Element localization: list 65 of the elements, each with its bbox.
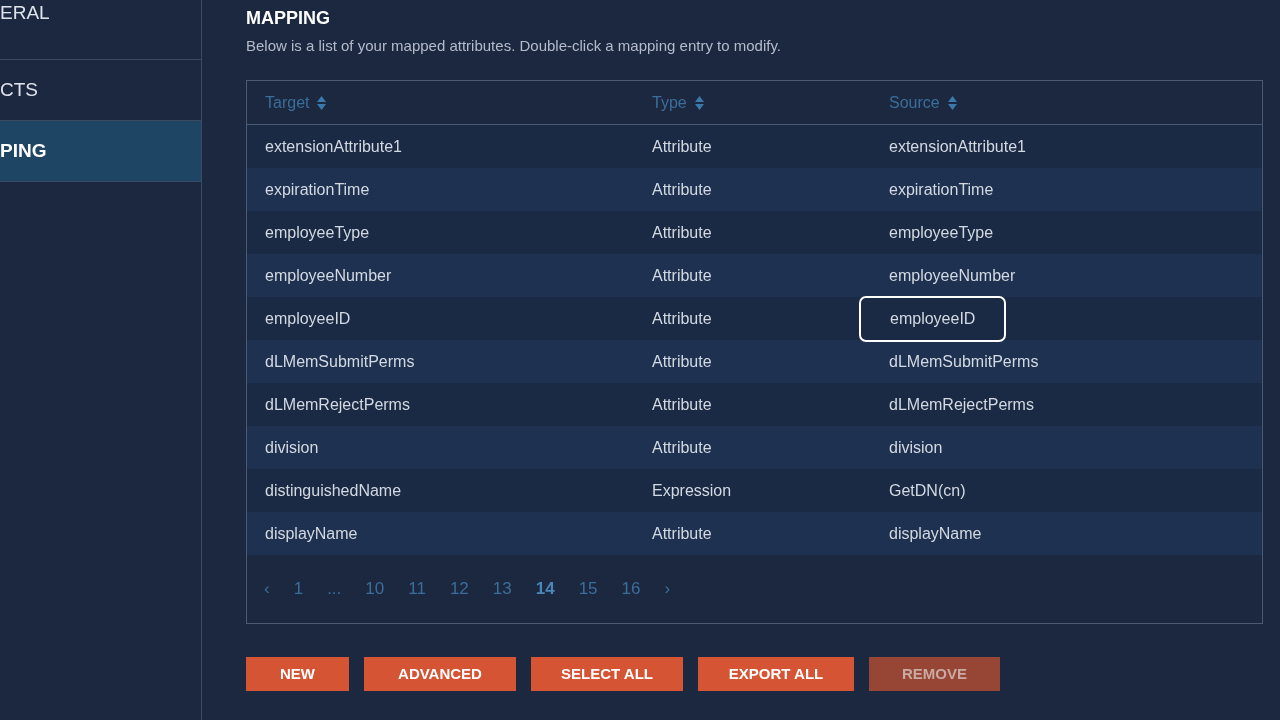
table-cell-text: employeeNumber <box>265 265 392 286</box>
table-cell-text: Attribute <box>652 265 712 286</box>
page-link[interactable]: 10 <box>365 576 385 602</box>
table-row[interactable]: employeeType Attribute employeeType <box>247 211 1262 255</box>
table-row[interactable]: displayName Attribute displayName <box>247 512 1262 556</box>
table-cell-text: dLMemRejectPerms <box>889 394 1034 415</box>
table-row[interactable]: dLMemRejectPerms Attribute dLMemRejectPerms <box>247 383 1262 427</box>
table-row[interactable]: extensionAttribute1 Attribute extensionAttribute1 <box>247 125 1262 169</box>
table-cell-text: Attribute <box>652 437 712 458</box>
page-link[interactable]: 11 <box>408 576 426 602</box>
table-cell-text: employeeNumber <box>889 265 1016 286</box>
column-header[interactable]: Source <box>889 90 957 115</box>
action-button[interactable]: SELECT ALL <box>531 657 683 691</box>
sort-icon <box>694 95 704 110</box>
table-cell-text: distinguishedName <box>265 480 402 501</box>
table-cell-text: division <box>889 437 943 458</box>
page-link[interactable]: 1 <box>293 576 304 602</box>
page-link[interactable]: ... <box>327 576 342 602</box>
table-cell-text: GetDN(cn) <box>889 480 966 501</box>
table-cell-text: extensionAttribute1 <box>265 136 402 157</box>
sort-icon <box>317 95 327 110</box>
table-cell-text: Attribute <box>652 136 712 157</box>
table-cell-text: Attribute <box>652 179 712 200</box>
table-cell-text: Attribute <box>652 308 712 329</box>
page-link[interactable]: 12 <box>449 576 469 602</box>
table-cell-text: extensionAttribute1 <box>889 136 1026 157</box>
table-cell: employeeID <box>859 295 1007 342</box>
table-cell-text: employeeType <box>889 222 994 243</box>
table-row[interactable]: expirationTime Attribute expirationTime <box>247 168 1262 212</box>
sidebar-item[interactable]: ERAL <box>0 0 201 60</box>
table-cell-text: employeeType <box>265 222 370 243</box>
table-row[interactable]: division Attribute division <box>247 426 1262 470</box>
section-title: MAPPING <box>246 7 331 30</box>
table-cell-text: Expression <box>652 480 732 501</box>
next-page-link[interactable]: › <box>664 576 671 602</box>
table-cell-text: dLMemRejectPerms <box>265 394 410 415</box>
previous-page-link[interactable]: ‹ <box>264 576 270 602</box>
table-cell-text: Attribute <box>652 394 712 415</box>
action-button[interactable]: EXPORT ALL <box>698 657 854 691</box>
table-cell-text: Attribute <box>652 523 712 544</box>
page-link[interactable]: 16 <box>621 576 641 602</box>
table-cell-text: employeeID <box>265 308 351 329</box>
table-row[interactable]: employeeNumber Attribute employeeNumber <box>247 254 1262 298</box>
page-link[interactable]: 15 <box>578 576 598 602</box>
table-cell-text: expirationTime <box>889 179 994 200</box>
table-cell-text: division <box>265 437 319 458</box>
table-cell-text: dLMemSubmitPerms <box>889 351 1039 372</box>
action-button[interactable]: ADVANCED <box>364 657 516 691</box>
table-cell-text: Attribute <box>652 222 712 243</box>
table-cell-text: Attribute <box>652 351 712 372</box>
action-button[interactable]: NEW <box>246 657 349 691</box>
page-link[interactable]: 14 <box>535 576 555 602</box>
table-cell-text: displayName <box>265 523 358 544</box>
table-row[interactable]: dLMemSubmitPerms Attribute dLMemSubmitPerms <box>247 340 1262 384</box>
table-row[interactable]: distinguishedName Expression GetDN(cn) <box>247 469 1262 513</box>
page-link[interactable]: 13 <box>492 576 512 602</box>
column-header[interactable]: Type <box>652 90 704 115</box>
section-description: Below is a list of your mapped attributes. Double-click a mapping entry to modify. <box>246 36 782 56</box>
table-cell-text: expirationTime <box>265 179 370 200</box>
table-cell-text: displayName <box>889 523 982 544</box>
table-cell-text: dLMemSubmitPerms <box>265 351 415 372</box>
sort-icon <box>947 95 957 110</box>
sidebar-item[interactable]: PING <box>0 121 201 182</box>
table-row[interactable]: employeeID Attribute employeeID <box>247 297 1262 341</box>
column-header[interactable]: Target <box>265 90 327 115</box>
